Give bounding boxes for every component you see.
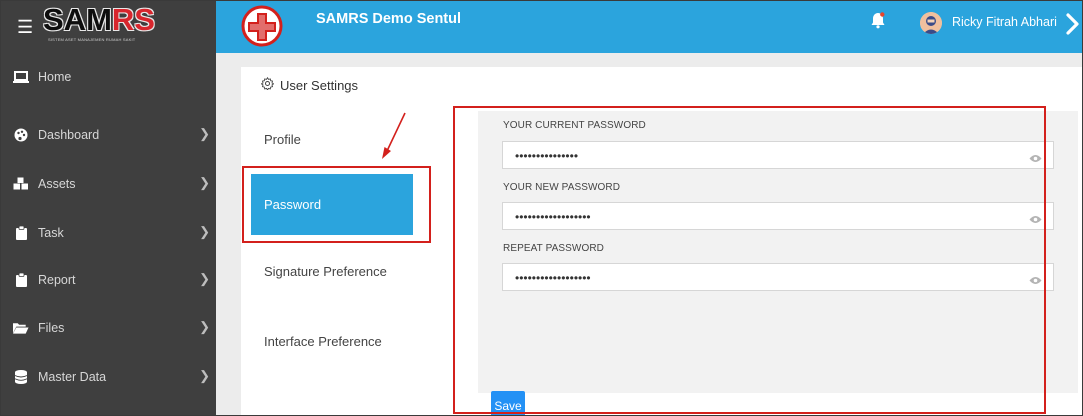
sidebar-item-assets[interactable]: Assets ❯ <box>1 160 216 207</box>
app-title: SAMRS Demo Sentul <box>316 11 462 27</box>
annotation-highlight-box <box>453 106 1046 414</box>
page-title-text: User Settings <box>280 77 359 93</box>
annotation-highlight-box <box>242 166 431 243</box>
sidebar-item-label: Report <box>38 272 76 287</box>
chevron-right-icon: ❯ <box>199 175 210 190</box>
sidebar-item-files[interactable]: Files ❯ <box>1 304 216 351</box>
chevron-right-icon[interactable] <box>1066 13 1080 40</box>
sidebar-item-report[interactable]: Report ❯ <box>1 256 216 303</box>
app-window: ☰ SAMRS SISTEM ASET MANAJEMEN RUMAH SAKI… <box>0 0 1083 416</box>
sidebar-item-task[interactable]: Task ❯ <box>1 209 216 256</box>
sidebar-item-label: Task <box>38 225 64 240</box>
clipboard-icon <box>13 272 29 287</box>
sidebar-item-label: Assets <box>38 176 76 191</box>
samrs-logo[interactable]: SAMRS SISTEM ASET MANAJEMEN RUMAH SAKIT <box>43 2 193 46</box>
database-icon <box>13 369 29 384</box>
user-name[interactable]: Ricky Fitrah Abhari <box>952 15 1057 29</box>
top-header: SAMRS Demo Sentul Ricky Fitrah Abhari <box>216 1 1082 53</box>
chevron-right-icon: ❯ <box>199 271 210 286</box>
settings-tab-signature-preference[interactable]: Signature Preference <box>251 251 413 291</box>
sidebar-item-master-data[interactable]: Master Data ❯ <box>1 353 216 400</box>
brand-bar: ☰ SAMRS SISTEM ASET MANAJEMEN RUMAH SAKI… <box>1 1 216 53</box>
avatar[interactable] <box>920 12 942 34</box>
clipboard-icon <box>13 225 29 240</box>
sidebar-item-label: Files <box>38 320 65 335</box>
sidebar-item-label: Master Data <box>38 369 107 384</box>
hamburger-menu-icon[interactable]: ☰ <box>17 18 33 36</box>
chevron-right-icon: ❯ <box>199 224 210 239</box>
sidebar: Home Dashboard ❯ Assets ❯ Task ❯ Report … <box>1 53 216 415</box>
cubes-icon <box>13 177 29 191</box>
gear-icon <box>260 76 275 93</box>
chevron-right-icon: ❯ <box>199 368 210 383</box>
hospital-cross-logo-icon <box>239 4 287 48</box>
annotation-arrow-icon <box>376 111 416 168</box>
page-title: User Settings <box>260 76 359 93</box>
folder-open-icon <box>13 321 29 335</box>
chevron-right-icon: ❯ <box>199 319 210 334</box>
laptop-icon <box>13 70 29 84</box>
chevron-right-icon: ❯ <box>199 126 210 141</box>
palette-icon <box>13 128 29 142</box>
settings-tab-interface-preference[interactable]: Interface Preference <box>251 321 413 361</box>
sidebar-item-home[interactable]: Home <box>1 53 216 100</box>
sidebar-item-label: Dashboard <box>38 127 100 142</box>
notification-bell-icon[interactable] <box>871 12 885 34</box>
sidebar-item-dashboard[interactable]: Dashboard ❯ <box>1 111 216 158</box>
sidebar-item-label: Home <box>38 69 72 84</box>
